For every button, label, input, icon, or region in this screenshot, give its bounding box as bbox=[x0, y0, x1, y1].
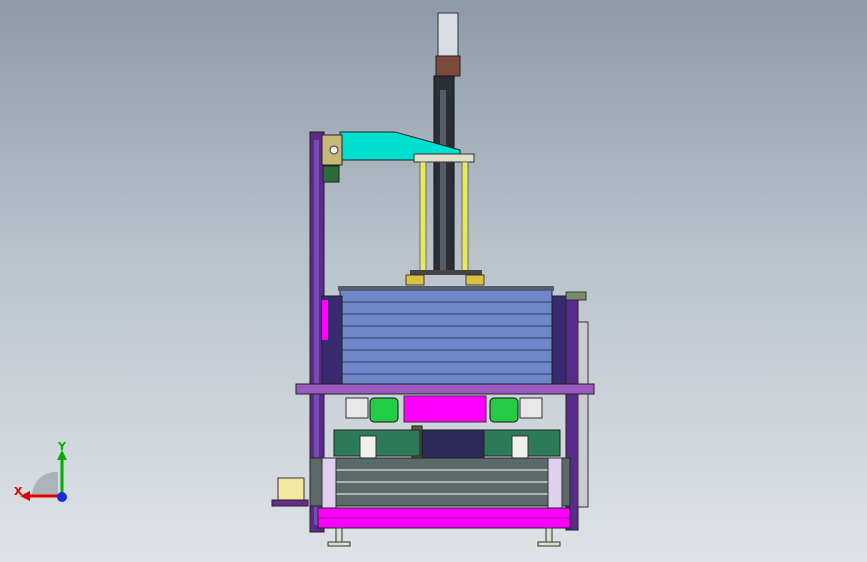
green-base-left bbox=[333, 429, 421, 457]
guide-rod-right bbox=[461, 161, 469, 273]
right-top-bracket bbox=[565, 291, 587, 301]
x-axis-label: X bbox=[14, 485, 23, 498]
arm-bolt bbox=[329, 145, 339, 155]
magenta-center-block bbox=[403, 395, 487, 423]
left-aux-plate bbox=[271, 499, 309, 507]
rod-plate bbox=[410, 270, 482, 275]
orientation-triad: Y X bbox=[14, 440, 67, 502]
stack-housing bbox=[339, 287, 553, 394]
guide-rod-left bbox=[419, 161, 427, 273]
left-magenta-trim bbox=[322, 300, 328, 340]
right-panel bbox=[577, 321, 589, 508]
top-cylinder-band bbox=[435, 55, 461, 77]
cad-viewport[interactable]: Y X bbox=[0, 0, 867, 562]
left-stripe-post bbox=[321, 457, 337, 509]
y-axis-label: Y bbox=[57, 440, 67, 453]
crossbar bbox=[413, 153, 475, 163]
machine-model[interactable] bbox=[0, 0, 867, 562]
top-cylinder bbox=[437, 12, 459, 59]
stack-top-rail bbox=[338, 286, 554, 291]
green-roller-left bbox=[369, 397, 399, 423]
left-aux-box bbox=[277, 477, 305, 501]
suction-cups bbox=[405, 274, 485, 286]
left-white-bearing bbox=[345, 397, 369, 419]
motor-body bbox=[419, 429, 485, 459]
white-post-left bbox=[359, 435, 377, 459]
green-roller-right bbox=[489, 397, 519, 423]
right-stripe-post bbox=[547, 457, 563, 509]
z-axis bbox=[57, 492, 67, 502]
arm-green-block bbox=[322, 165, 340, 183]
white-post-right bbox=[511, 435, 529, 459]
right-white-bearing bbox=[519, 397, 543, 419]
mid-cross-beam bbox=[295, 383, 595, 395]
leveling-feet bbox=[327, 527, 561, 547]
column-inner bbox=[440, 90, 446, 270]
